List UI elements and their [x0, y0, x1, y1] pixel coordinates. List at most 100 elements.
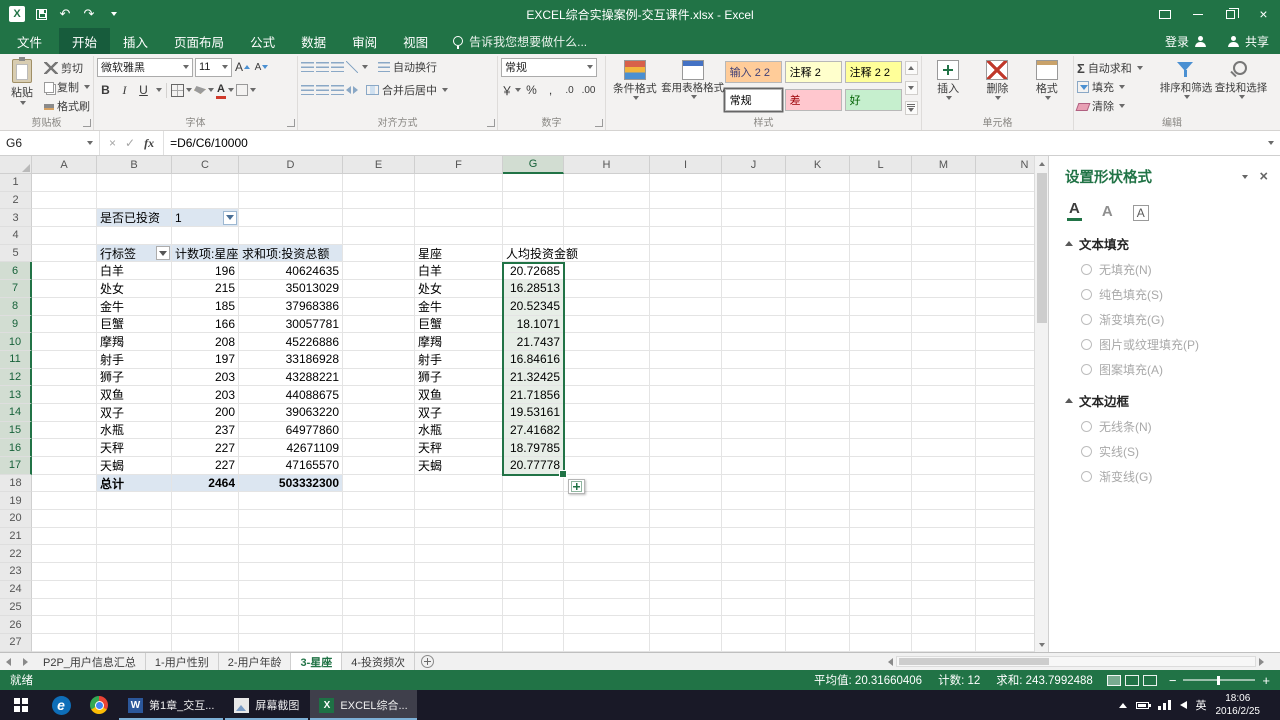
cell-K5[interactable] [786, 245, 850, 263]
cell-B9[interactable]: 巨蟹 [97, 316, 172, 334]
cell-J20[interactable] [722, 510, 786, 528]
cell-M10[interactable] [912, 333, 976, 351]
pane-section-header-0[interactable]: 文本填充 [1065, 234, 1268, 253]
cell-style-1[interactable]: 注释 2 [785, 61, 842, 83]
column-header-B[interactable]: B [97, 156, 172, 174]
cell-A5[interactable] [32, 245, 97, 263]
vertical-scrollbar[interactable] [1034, 156, 1048, 652]
cell-E25[interactable] [343, 599, 415, 617]
cell-E13[interactable] [343, 386, 415, 404]
cell-E1[interactable] [343, 174, 415, 192]
cell-L7[interactable] [850, 280, 912, 298]
cell-A6[interactable] [32, 262, 97, 280]
fill-color-button[interactable] [194, 81, 214, 99]
cell-style-4[interactable]: 差 [785, 89, 842, 111]
cell-A2[interactable] [32, 192, 97, 210]
cell-C20[interactable] [172, 510, 239, 528]
cell-J17[interactable] [722, 457, 786, 475]
row-header-6[interactable]: 6 [0, 262, 32, 280]
cell-D3[interactable] [239, 209, 343, 227]
clipboard-dialog-launcher[interactable] [83, 119, 91, 127]
cell-I22[interactable] [650, 545, 722, 563]
phonetic-button[interactable] [236, 81, 256, 99]
copy-button[interactable]: 复制 [44, 78, 90, 96]
row-header-5[interactable]: 5 [0, 245, 32, 263]
customize-qat-button[interactable] [101, 2, 125, 26]
cell-A23[interactable] [32, 563, 97, 581]
cell-G15[interactable]: 27.41682 [503, 422, 564, 440]
cell-F2[interactable] [415, 192, 503, 210]
cell-L12[interactable] [850, 369, 912, 387]
cell-L4[interactable] [850, 227, 912, 245]
cell-G21[interactable] [503, 528, 564, 546]
format-as-table-button[interactable]: 套用表格格式 [664, 57, 722, 117]
autosum-button[interactable]: Σ自动求和 [1077, 59, 1157, 77]
cell-B5[interactable]: 行标签 [97, 245, 172, 263]
cell-C1[interactable] [172, 174, 239, 192]
cell-A22[interactable] [32, 545, 97, 563]
cell-C26[interactable] [172, 616, 239, 634]
cell-I6[interactable] [650, 262, 722, 280]
cell-J7[interactable] [722, 280, 786, 298]
cell-C21[interactable] [172, 528, 239, 546]
cell-C15[interactable]: 237 [172, 422, 239, 440]
cell-H16[interactable] [564, 439, 650, 457]
cell-H3[interactable] [564, 209, 650, 227]
cell-J21[interactable] [722, 528, 786, 546]
cell-E23[interactable] [343, 563, 415, 581]
cell-E16[interactable] [343, 439, 415, 457]
align-top-button[interactable] [301, 62, 314, 72]
cell-M2[interactable] [912, 192, 976, 210]
merge-center-button[interactable]: 合并后居中 [366, 81, 448, 99]
cell-F23[interactable] [415, 563, 503, 581]
pane-close-icon[interactable]: × [1260, 169, 1268, 185]
cell-L23[interactable] [850, 563, 912, 581]
cell-C11[interactable]: 197 [172, 351, 239, 369]
cell-M23[interactable] [912, 563, 976, 581]
row-header-11[interactable]: 11 [0, 351, 32, 369]
autofill-options-button[interactable] [568, 479, 585, 494]
cell-H20[interactable] [564, 510, 650, 528]
cell-N12[interactable] [976, 369, 1034, 387]
cell-F3[interactable] [415, 209, 503, 227]
cell-J12[interactable] [722, 369, 786, 387]
cell-F19[interactable] [415, 492, 503, 510]
cell-J8[interactable] [722, 298, 786, 316]
pane-options-chevron-icon[interactable] [1242, 175, 1248, 179]
cell-L11[interactable] [850, 351, 912, 369]
cell-N21[interactable] [976, 528, 1034, 546]
page-break-view-button[interactable] [1143, 675, 1157, 686]
zoom-in-button[interactable]: + [1262, 674, 1270, 687]
cell-H24[interactable] [564, 581, 650, 599]
cell-style-5[interactable]: 好 [845, 89, 902, 111]
row-header-3[interactable]: 3 [0, 209, 32, 227]
ribbon-tab-4[interactable]: 数据 [288, 28, 339, 54]
cell-K2[interactable] [786, 192, 850, 210]
cell-E5[interactable] [343, 245, 415, 263]
cell-K14[interactable] [786, 404, 850, 422]
text-fill-tab-icon[interactable]: A [1067, 200, 1082, 221]
cell-C3[interactable]: 1 [172, 209, 239, 227]
cell-M11[interactable] [912, 351, 976, 369]
cell-K22[interactable] [786, 545, 850, 563]
cell-B20[interactable] [97, 510, 172, 528]
column-header-F[interactable]: F [415, 156, 503, 174]
select-all-corner[interactable] [0, 156, 32, 174]
cell-M9[interactable] [912, 316, 976, 334]
cell-J11[interactable] [722, 351, 786, 369]
alignment-dialog-launcher[interactable] [487, 119, 495, 127]
cell-M14[interactable] [912, 404, 976, 422]
cell-D20[interactable] [239, 510, 343, 528]
cell-D9[interactable]: 30057781 [239, 316, 343, 334]
cell-E6[interactable] [343, 262, 415, 280]
cell-A25[interactable] [32, 599, 97, 617]
cell-C16[interactable]: 227 [172, 439, 239, 457]
row-header-25[interactable]: 25 [0, 599, 32, 617]
network-icon[interactable] [1158, 700, 1171, 710]
cell-B12[interactable]: 狮子 [97, 369, 172, 387]
cell-I26[interactable] [650, 616, 722, 634]
cell-D2[interactable] [239, 192, 343, 210]
cell-J2[interactable] [722, 192, 786, 210]
cell-H11[interactable] [564, 351, 650, 369]
column-header-C[interactable]: C [172, 156, 239, 174]
